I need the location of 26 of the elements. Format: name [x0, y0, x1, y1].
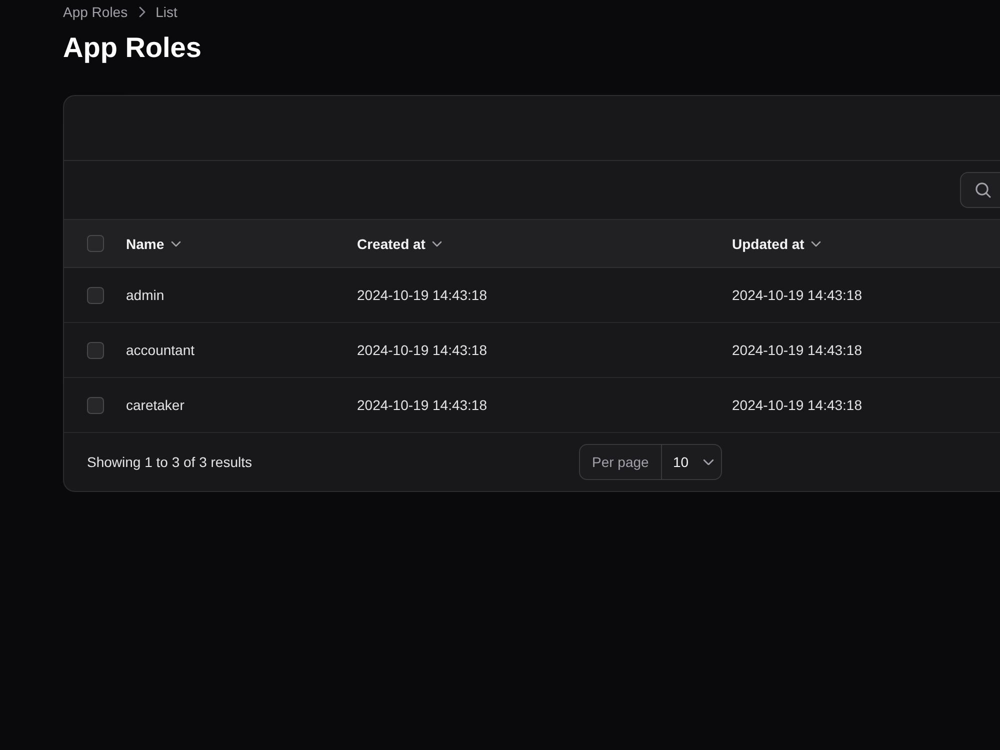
table-cell-text: 2024-10-19 14:43:18: [732, 341, 862, 360]
table-cell-text: accountant: [126, 341, 194, 360]
per-page-label: Per page: [580, 445, 662, 479]
table-cell-text: admin: [126, 286, 164, 305]
search-icon: [975, 182, 991, 198]
table-cell-text: 2024-10-19 14:43:18: [357, 341, 487, 360]
search-field[interactable]: [960, 172, 1000, 208]
row-checkbox[interactable]: [87, 342, 104, 358]
table-cell-text: 2024-10-19 14:43:18: [357, 286, 487, 305]
per-page-select[interactable]: 10: [662, 445, 721, 479]
table-cell-text: 2024-10-19 14:43:18: [732, 396, 862, 415]
results-summary: Showing 1 to 3 of 3 results: [87, 453, 252, 472]
chevron-right-icon: [138, 6, 146, 18]
breadcrumb-link[interactable]: App Roles: [63, 2, 128, 22]
table-cell-text: 2024-10-19 14:43:18: [732, 286, 862, 305]
column-header[interactable]: Updated at: [732, 234, 822, 254]
column-header[interactable]: Name: [126, 234, 182, 254]
row-checkbox[interactable]: [87, 286, 104, 304]
page-title: App Roles: [63, 31, 202, 65]
table-cell-text: caretaker: [126, 396, 184, 415]
row-checkbox[interactable]: [87, 396, 104, 414]
table-cell-text: 2024-10-19 14:43:18: [357, 396, 487, 415]
select-all-checkbox[interactable]: [87, 235, 104, 252]
column-header[interactable]: Created at: [357, 234, 442, 254]
chevron-down-icon: [702, 458, 714, 466]
breadcrumb-link[interactable]: List: [156, 2, 178, 22]
